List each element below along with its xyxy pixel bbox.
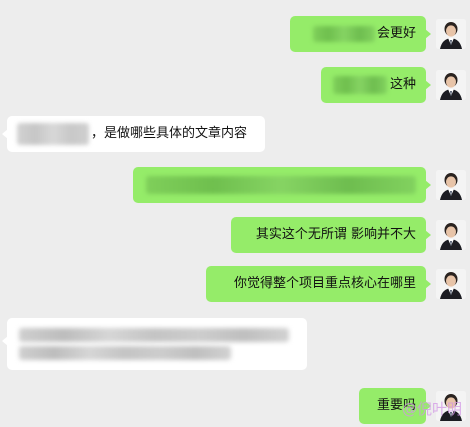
redacted-text	[19, 346, 231, 360]
person-avatar-icon	[436, 220, 466, 250]
redacted-text	[312, 26, 375, 42]
message-bubble-outgoing[interactable]: 会更好	[290, 16, 431, 52]
redacted-text	[17, 123, 89, 145]
message-text: ，是做哪些具体的文章内容	[91, 126, 248, 141]
person-avatar-icon	[436, 269, 466, 299]
user-avatar[interactable]	[436, 269, 466, 299]
user-avatar[interactable]	[436, 70, 466, 100]
redacted-text	[146, 175, 416, 194]
redacted-text	[19, 328, 289, 342]
message-bubble-outgoing[interactable]	[133, 167, 431, 203]
redacted-text	[332, 76, 387, 94]
message-bubble-outgoing[interactable]: 其实这个无所谓 影响并不大	[231, 217, 431, 253]
person-avatar-icon	[436, 70, 466, 100]
message-text: 你觉得整个项目重点核心在哪里	[233, 276, 416, 291]
user-avatar[interactable]	[436, 170, 466, 200]
person-avatar-icon	[436, 19, 466, 49]
message-bubble-incoming[interactable]	[2, 318, 307, 370]
message-bubble-outgoing[interactable]: 这种	[321, 67, 431, 103]
user-avatar[interactable]	[436, 19, 466, 49]
message-bubble-incoming[interactable]: ，是做哪些具体的文章内容	[2, 116, 265, 152]
message-text: 这种	[389, 77, 416, 92]
person-avatar-icon	[436, 170, 466, 200]
user-avatar[interactable]	[436, 220, 466, 250]
message-bubble-outgoing[interactable]: 你觉得整个项目重点核心在哪里	[206, 266, 431, 302]
message-text: 其实这个无所谓 影响并不大	[255, 227, 416, 242]
watermark: @倪叶明	[401, 400, 462, 418]
chat-window: 会更好 这种 ，是做哪些具体的文章内容 其实这个无所谓 影响并不大 你觉得整个项…	[0, 0, 470, 427]
message-text: 会更好	[376, 26, 416, 41]
